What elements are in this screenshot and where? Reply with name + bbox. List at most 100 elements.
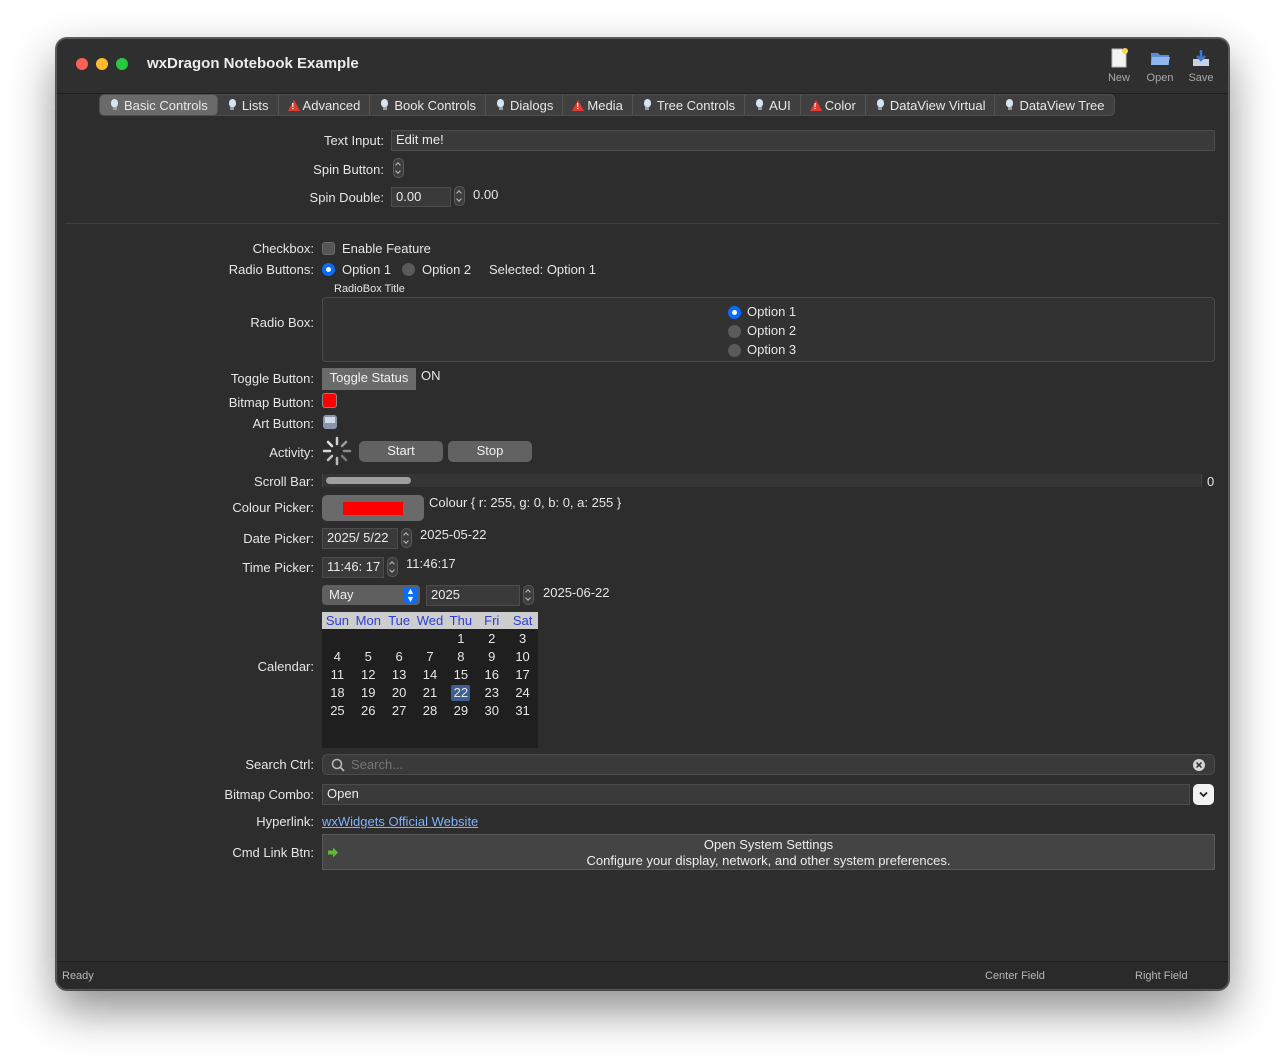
- close-window-button[interactable]: [76, 58, 88, 70]
- minimize-window-button[interactable]: [96, 58, 108, 70]
- calendar-day[interactable]: 22: [451, 685, 471, 701]
- calendar-day[interactable]: 17: [507, 666, 538, 684]
- calendar-day[interactable]: 19: [353, 684, 384, 702]
- radio-option-1-label[interactable]: Option 1: [342, 262, 391, 277]
- search-input[interactable]: [349, 756, 1169, 773]
- calendar-day[interactable]: 3: [507, 630, 538, 648]
- time-picker-input[interactable]: 11:46: 17: [322, 557, 384, 578]
- calendar-year-stepper[interactable]: [523, 585, 534, 605]
- calendar-day[interactable]: 18: [322, 684, 353, 702]
- calendar-day[interactable]: 25: [322, 702, 353, 720]
- calendar-day[interactable]: 12: [353, 666, 384, 684]
- bitmap-button[interactable]: [322, 393, 337, 408]
- radiobox-option-1[interactable]: [728, 306, 741, 319]
- bulb-icon: [875, 99, 886, 111]
- spin-double-stepper[interactable]: [454, 186, 465, 206]
- tab-media[interactable]: Media: [563, 95, 633, 115]
- calendar-day[interactable]: 23: [476, 684, 507, 702]
- calendar-day[interactable]: 9: [476, 648, 507, 666]
- radio-option-1[interactable]: [322, 263, 335, 276]
- hyperlink[interactable]: wxWidgets Official Website: [322, 814, 478, 829]
- calendar-day[interactable]: 21: [415, 684, 446, 702]
- date-picker-input[interactable]: 2025/ 5/22: [322, 528, 398, 549]
- calendar-day[interactable]: 7: [415, 648, 446, 666]
- cmd-link-button[interactable]: Open System Settings Configure your disp…: [322, 834, 1215, 870]
- calendar-day[interactable]: 1: [445, 630, 476, 648]
- toolbar-open-button[interactable]: Open: [1140, 47, 1180, 84]
- calendar-weekday: Fri: [484, 613, 500, 628]
- stop-button[interactable]: Stop: [448, 441, 532, 462]
- tab-dataview-tree[interactable]: DataView Tree: [995, 95, 1113, 115]
- radiobox-option-3-label[interactable]: Option 3: [747, 342, 796, 357]
- tab-dialogs[interactable]: Dialogs: [486, 95, 564, 115]
- spin-double-input[interactable]: 0.00: [391, 187, 451, 207]
- calendar-day[interactable]: 26: [353, 702, 384, 720]
- calendar-day[interactable]: 30: [476, 702, 507, 720]
- toolbar-save-button[interactable]: Save: [1181, 47, 1221, 84]
- date-picker-stepper[interactable]: [401, 528, 412, 548]
- tab-basic-controls[interactable]: Basic Controls: [100, 95, 218, 115]
- calendar-day[interactable]: 8: [445, 648, 476, 666]
- calendar-day[interactable]: 5: [353, 648, 384, 666]
- tab-advanced[interactable]: Advanced: [279, 95, 371, 115]
- radiobox-option-3[interactable]: [728, 344, 741, 357]
- status-field-right: Right Field: [1135, 970, 1188, 982]
- calendar-day[interactable]: 16: [476, 666, 507, 684]
- toggle-button-label: Toggle Button:: [230, 371, 314, 386]
- calendar-day[interactable]: 2: [476, 630, 507, 648]
- tab-lists[interactable]: Lists: [218, 95, 279, 115]
- radio-option-2-label[interactable]: Option 2: [422, 262, 471, 277]
- calendar-day[interactable]: 31: [507, 702, 538, 720]
- calendar-day[interactable]: 4: [322, 648, 353, 666]
- calendar-label: Calendar:: [257, 659, 314, 674]
- calendar-month-select[interactable]: May ▲ ▼: [322, 585, 420, 605]
- calendar-day[interactable]: 29: [445, 702, 476, 720]
- toolbar-new-label: New: [1107, 72, 1130, 84]
- start-button[interactable]: Start: [359, 441, 443, 462]
- art-button-disk-icon[interactable]: [322, 414, 338, 430]
- search-control[interactable]: [322, 754, 1215, 775]
- colour-picker-button[interactable]: [322, 495, 424, 521]
- radiobox-option-2[interactable]: [728, 325, 741, 338]
- calendar-day[interactable]: 14: [415, 666, 446, 684]
- tab-dataview-virtual[interactable]: DataView Virtual: [866, 95, 996, 115]
- radiobox-option-2-label[interactable]: Option 2: [747, 323, 796, 338]
- time-picker-label: Time Picker:: [242, 560, 314, 575]
- bitmap-combo-input[interactable]: Open: [322, 784, 1190, 805]
- clear-search-icon[interactable]: [1192, 758, 1206, 772]
- bulb-icon: [379, 99, 390, 111]
- calendar-day[interactable]: 20: [384, 684, 415, 702]
- calendar-readout: 2025-06-22: [543, 585, 610, 600]
- calendar-day[interactable]: 15: [445, 666, 476, 684]
- tab-color[interactable]: Color: [801, 95, 866, 115]
- calendar-year-input[interactable]: 2025: [426, 585, 520, 606]
- toggle-status-button[interactable]: Toggle Status: [322, 368, 416, 390]
- scroll-bar-thumb[interactable]: [326, 477, 411, 484]
- toolbar-new-button[interactable]: New: [1099, 47, 1139, 84]
- scroll-bar[interactable]: [322, 474, 1202, 487]
- tab-tree-controls[interactable]: Tree Controls: [633, 95, 746, 115]
- calendar-day[interactable]: 6: [384, 648, 415, 666]
- calendar-day[interactable]: 13: [384, 666, 415, 684]
- tab-book-controls[interactable]: Book Controls: [370, 95, 487, 115]
- tab-aui[interactable]: AUI: [745, 95, 801, 115]
- calendar-grid[interactable]: Sun Mon Tue Wed Thu Fri Sat 1 2 3 4 5 6 7 8 9 10 11 12 13 1…: [322, 612, 538, 748]
- calendar-day[interactable]: 24: [507, 684, 538, 702]
- calendar-day[interactable]: 28: [415, 702, 446, 720]
- calendar-days[interactable]: 1 2 3 4 5 6 7 8 9 10 11 12 13 14 15 16 17 18 19 20 21 22 23 24 2…: [322, 629, 538, 720]
- calendar-day[interactable]: 11: [322, 666, 353, 684]
- time-picker-stepper[interactable]: [387, 557, 398, 577]
- zoom-window-button[interactable]: [116, 58, 128, 70]
- text-input[interactable]: Edit me!: [391, 130, 1215, 151]
- calendar-day[interactable]: 27: [384, 702, 415, 720]
- spin-button[interactable]: [393, 158, 404, 178]
- calendar-day[interactable]: 10: [507, 648, 538, 666]
- radio-option-2[interactable]: [402, 263, 415, 276]
- checkbox-text[interactable]: Enable Feature: [342, 241, 431, 256]
- warning-icon: [809, 99, 822, 111]
- enable-feature-checkbox[interactable]: [322, 242, 335, 255]
- radiobox-option-1-label[interactable]: Option 1: [747, 304, 796, 319]
- calendar-empty-cell: [415, 630, 446, 648]
- bitmap-combo-dropdown-button[interactable]: [1193, 784, 1214, 805]
- spin-double-readout: 0.00: [473, 187, 499, 202]
